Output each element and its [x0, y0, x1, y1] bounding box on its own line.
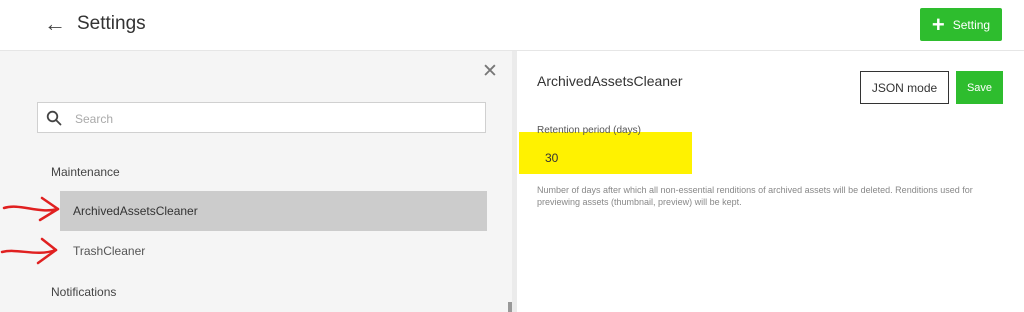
retention-period-field[interactable]	[537, 145, 687, 171]
search-input[interactable]	[73, 108, 477, 130]
sidebar-item-archivedassetscleaner[interactable]: ArchivedAssetsCleaner	[60, 191, 487, 231]
sidebar-scrollbar[interactable]	[508, 302, 512, 312]
close-icon[interactable]: ✕	[482, 62, 498, 82]
setting-title: ArchivedAssetsCleaner	[537, 73, 683, 89]
add-setting-label: Setting	[952, 17, 991, 32]
group-label-notifications: Notifications	[51, 285, 117, 299]
json-mode-button[interactable]: JSON mode	[860, 71, 949, 104]
red-arrow-annotation-icon	[0, 237, 58, 265]
sidebar-item-trashcleaner[interactable]: TrashCleaner	[60, 231, 487, 271]
retention-help-text: Number of days after which all non-essen…	[537, 185, 973, 207]
page-title: Settings	[77, 13, 146, 34]
retention-period-label: Retention period (days)	[537, 125, 641, 136]
save-button[interactable]: Save	[956, 71, 1003, 104]
group-label-maintenance: Maintenance	[51, 165, 120, 179]
app-header: ← Settings + Setting	[0, 0, 1024, 51]
settings-sidebar	[0, 51, 512, 312]
search-box	[37, 102, 486, 133]
search-icon	[46, 110, 62, 126]
red-arrow-annotation-icon	[2, 196, 60, 222]
add-setting-button[interactable]: + Setting	[920, 8, 1002, 41]
back-arrow-icon[interactable]: ←	[44, 12, 66, 36]
plus-icon: +	[931, 11, 945, 37]
sidebar-item-label: TrashCleaner	[73, 244, 146, 258]
sidebar-item-label: ArchivedAssetsCleaner	[73, 204, 198, 218]
